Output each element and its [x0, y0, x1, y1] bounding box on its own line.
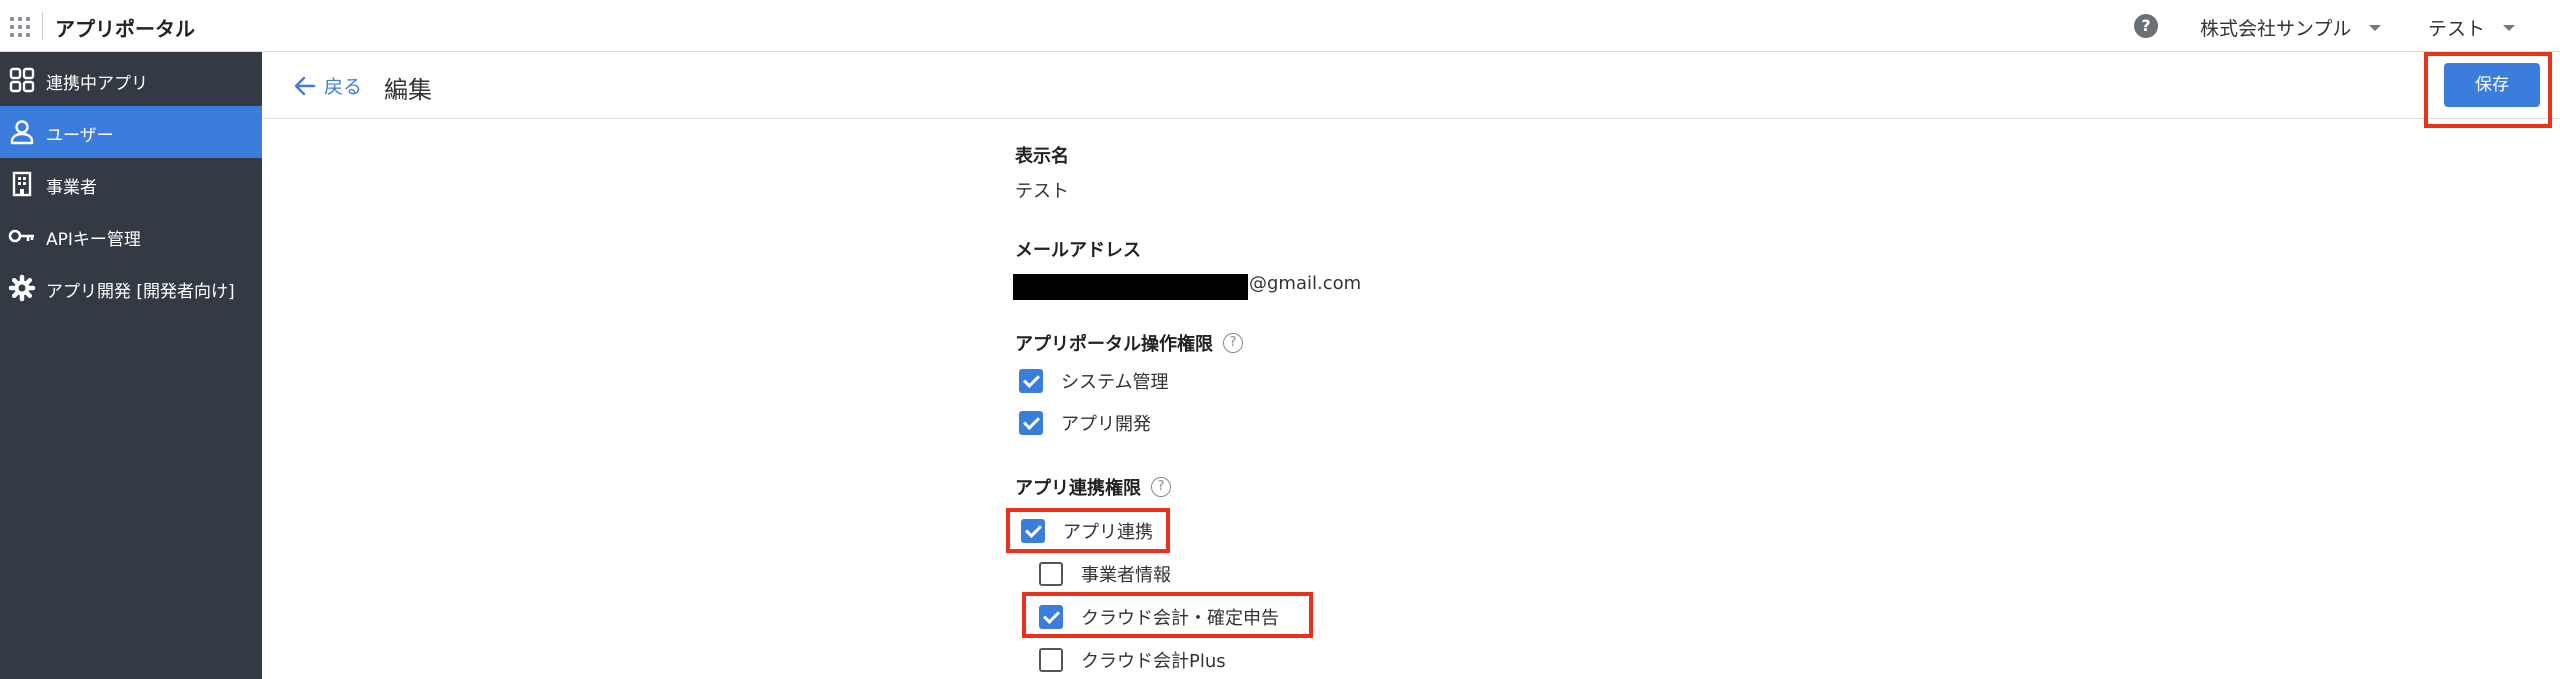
checkbox-unchecked-icon[interactable] [1039, 562, 1063, 586]
checkbox-business-info[interactable]: 事業者情報 [1039, 561, 1171, 588]
checkbox-label: アプリ連携 [1063, 522, 1153, 543]
checkbox-system-admin[interactable]: システム管理 [1019, 368, 1168, 395]
checkbox-label: クラウド会計・確定申告 [1081, 608, 1279, 629]
company-selector[interactable]: 株式会社サンプル [2200, 14, 2382, 41]
key-icon [8, 229, 34, 243]
sidebar-item-businesses[interactable]: 事業者 [0, 158, 262, 210]
save-button[interactable]: 保存 [2444, 63, 2540, 107]
sidebar-item-app-development[interactable]: アプリ開発 [開発者向け] [0, 262, 262, 314]
checkbox-cloud-accounting-plus[interactable]: クラウド会計Plus [1039, 647, 1226, 674]
page-title: 編集 [384, 76, 432, 104]
sidebar-item-api-keys[interactable]: APIキー管理 [0, 210, 262, 262]
company-name: 株式会社サンプル [2200, 18, 2352, 40]
sidebar-item-linked-apps[interactable]: 連携中アプリ [0, 54, 262, 106]
checkbox-label: 事業者情報 [1081, 565, 1171, 586]
checkbox-checked-icon[interactable] [1021, 519, 1045, 543]
user-name: テスト [2428, 18, 2486, 40]
user-menu[interactable]: テスト [2428, 14, 2516, 41]
header-divider [42, 12, 43, 40]
sidebar-item-label: アプリ開発 [開発者向け] [46, 282, 235, 302]
building-icon [12, 171, 32, 197]
user-icon [10, 120, 34, 145]
sidebar: 連携中アプリ ユーザー 事業者 APIキー管理 アプリ開発 [開発者向け] [0, 52, 262, 679]
app-launcher-icon[interactable] [8, 15, 32, 39]
checkbox-label: クラウド会計Plus [1081, 651, 1226, 672]
sidebar-item-users[interactable]: ユーザー [0, 106, 262, 158]
portal-permissions-label: アプリポータル操作権限? [1015, 330, 1243, 356]
back-label: 戻る [324, 76, 363, 98]
grid-apps-icon [9, 67, 35, 93]
checkbox-checked-icon[interactable] [1039, 605, 1063, 629]
back-button[interactable]: 戻る [294, 72, 362, 99]
question-circle-icon[interactable]: ? [1151, 477, 1171, 497]
chevron-down-icon [2503, 24, 2516, 31]
display-name-label: 表示名 [1015, 146, 1069, 167]
sidebar-item-label: APIキー管理 [46, 230, 141, 250]
question-circle-icon[interactable]: ? [1223, 333, 1243, 353]
redacted-email-block [1013, 274, 1248, 300]
gear-icon [8, 274, 36, 302]
app-permissions-title: アプリ連携権限 [1015, 478, 1141, 499]
display-name-value: テスト [1015, 181, 1069, 202]
checkbox-checked-icon[interactable] [1019, 369, 1043, 393]
help-icon[interactable]: ? [2134, 14, 2158, 38]
sidebar-item-label: 事業者 [46, 178, 97, 198]
checkbox-unchecked-icon[interactable] [1039, 648, 1063, 672]
email-label: メールアドレス [1015, 240, 1141, 261]
checkbox-app-development[interactable]: アプリ開発 [1019, 410, 1151, 437]
sidebar-item-label: 連携中アプリ [46, 74, 148, 94]
checkbox-label: システム管理 [1061, 372, 1169, 393]
email-domain: @gmail.com [1249, 273, 1362, 294]
sidebar-item-label: ユーザー [46, 126, 114, 146]
app-permissions-label: アプリ連携権限? [1015, 474, 1171, 500]
checkbox-cloud-accounting[interactable]: クラウド会計・確定申告 [1039, 604, 1279, 631]
checkbox-checked-icon[interactable] [1019, 411, 1043, 435]
portal-permissions-title: アプリポータル操作権限 [1015, 334, 1213, 355]
chevron-down-icon [2369, 24, 2382, 31]
top-header: アプリポータル ? 株式会社サンプル テスト [0, 0, 2560, 52]
checkbox-app-integration[interactable]: アプリ連携 [1021, 518, 1153, 545]
page-header: 戻る 編集 [262, 52, 2560, 119]
checkbox-label: アプリ開発 [1061, 414, 1151, 435]
arrow-left-icon [294, 76, 316, 95]
app-title: アプリポータル [55, 17, 195, 41]
